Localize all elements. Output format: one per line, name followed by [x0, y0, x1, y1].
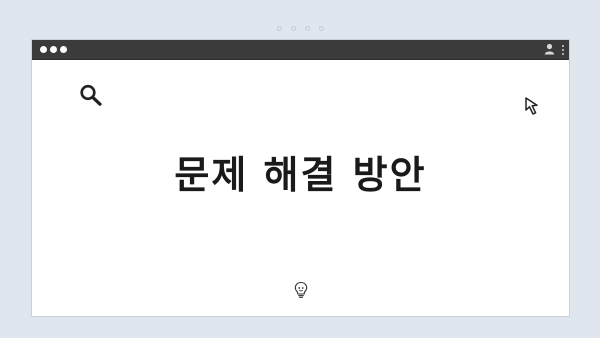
page-title: 문제 해결 방안 [174, 153, 427, 197]
pager-dot[interactable] [276, 26, 282, 31]
browser-window: 문제 해결 방안 [31, 39, 570, 317]
pager-dot[interactable] [290, 26, 296, 31]
pager-dot[interactable] [304, 26, 310, 31]
pager-dot[interactable] [318, 26, 324, 31]
window-dot-icon[interactable] [40, 46, 47, 53]
cursor-arrow-icon [525, 97, 538, 115]
lightbulb-icon [294, 281, 308, 298]
slide-pager [0, 26, 600, 31]
window-titlebar [32, 40, 569, 60]
kebab-menu-icon[interactable] [561, 45, 564, 55]
window-dot-icon[interactable] [60, 46, 67, 53]
user-icon[interactable] [544, 43, 555, 55]
search-icon [80, 84, 102, 106]
window-dot-icon[interactable] [50, 46, 57, 53]
